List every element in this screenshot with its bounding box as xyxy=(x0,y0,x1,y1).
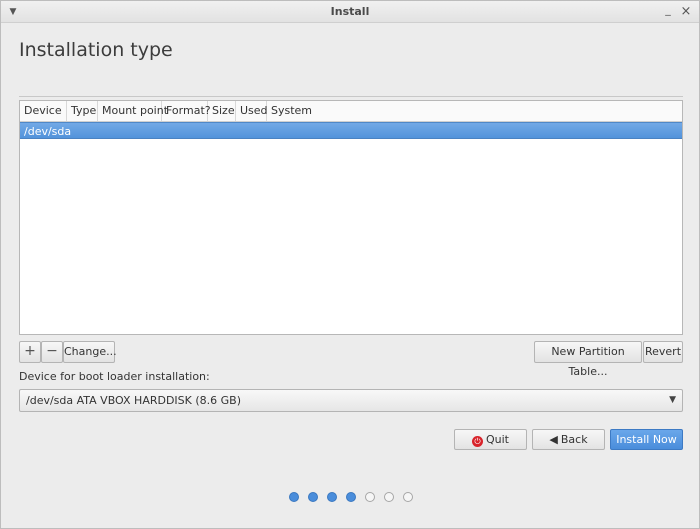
progress-step-dot xyxy=(327,492,337,502)
progress-step-dot xyxy=(346,492,356,502)
device-cell: /dev/sda xyxy=(24,125,72,138)
partition-table[interactable]: Device Type Mount point Format? Size Use… xyxy=(19,100,683,335)
column-header-system[interactable]: System xyxy=(267,101,682,121)
quit-button[interactable]: ⏻ Quit xyxy=(454,429,527,450)
progress-step-dot xyxy=(384,492,394,502)
remove-partition-button[interactable]: − xyxy=(41,341,63,363)
bootloader-device-select[interactable]: /dev/sda ATA VBOX HARDDISK (8.6 GB) ▼ xyxy=(19,389,683,412)
progress-step-dot xyxy=(403,492,413,502)
close-icon[interactable]: × xyxy=(679,5,693,19)
progress-step-dot xyxy=(308,492,318,502)
minimize-icon[interactable]: _ xyxy=(661,4,675,19)
column-header-size[interactable]: Size xyxy=(208,101,236,121)
new-partition-table-button[interactable]: New Partition Table... xyxy=(534,341,642,378)
progress-step-dot xyxy=(365,492,375,502)
revert-button[interactable]: Revert xyxy=(643,341,683,363)
table-row[interactable]: /dev/sda xyxy=(20,122,682,139)
column-header-mount-point[interactable]: Mount point xyxy=(98,101,168,121)
add-partition-button[interactable]: + xyxy=(19,341,41,363)
window-title: Install xyxy=(330,5,370,18)
bootloader-label: Device for boot loader installation: xyxy=(19,370,210,383)
column-header-type[interactable]: Type xyxy=(67,101,98,121)
back-button[interactable]: ◀ Back xyxy=(532,429,605,450)
column-header-format[interactable]: Format? xyxy=(162,101,211,121)
progress-indicator xyxy=(289,492,413,502)
power-icon: ⏻ xyxy=(472,436,483,447)
change-partition-button[interactable]: Change... xyxy=(63,341,117,363)
installer-window: ▼ Install _ × Installation type Device T… xyxy=(0,0,700,529)
back-arrow-icon: ◀ xyxy=(549,433,558,446)
table-header: Device Type Mount point Format? Size Use… xyxy=(20,101,682,122)
quit-label: Quit xyxy=(486,433,509,446)
column-header-used[interactable]: Used xyxy=(236,101,268,121)
title-bar: ▼ Install _ × xyxy=(1,1,699,23)
progress-step-dot xyxy=(289,492,299,502)
dropdown-arrow-icon: ▼ xyxy=(669,395,676,405)
back-label: Back xyxy=(560,433,588,446)
column-header-device[interactable]: Device xyxy=(20,101,67,121)
install-now-button[interactable]: Install Now xyxy=(610,429,683,450)
page-title: Installation type xyxy=(19,39,173,61)
divider xyxy=(19,96,683,97)
bootloader-selected-value: /dev/sda ATA VBOX HARDDISK (8.6 GB) xyxy=(26,394,242,407)
